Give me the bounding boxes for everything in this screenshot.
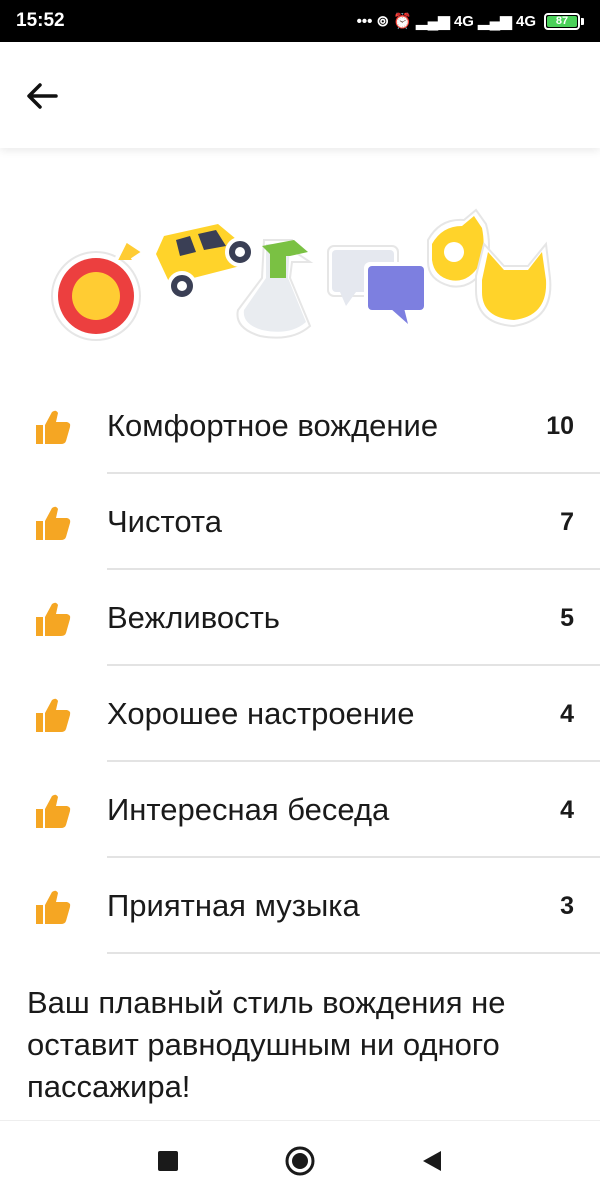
rating-count: 7 [560,507,574,536]
arrow-left-icon [27,83,58,109]
rating-row-good-mood: Хорошее настроение 4 [0,666,600,762]
status-bar: 15:52 ••• ⊚ ⏰ ▂▄▆ 4G ▂▄▆ 4G 87 [0,0,600,42]
rating-count: 10 [546,411,574,440]
battery-icon: 87 [544,12,584,30]
music-note-icon [51,238,146,341]
rating-label: Вежливость [107,600,280,635]
praise-text: Ваш плавный стиль вождения не оставит ра… [27,985,506,1104]
recent-apps-button[interactable] [148,1141,188,1181]
status-time: 15:52 [16,10,65,31]
rating-row-politeness: Вежливость 5 [0,570,600,666]
thumbs-up-icon [36,410,71,444]
thumbs-up-icon [36,506,71,540]
rating-count: 5 [560,603,574,632]
system-nav-bar [0,1120,600,1200]
rating-label: Комфортное вождение [107,408,439,443]
back-nav-button[interactable] [412,1141,452,1181]
yellow-car-icon [152,218,255,301]
battery-level: 87 [547,15,577,27]
network-indicators: ••• ⊚ ⏰ ▂▄▆ 4G ▂▄▆ 4G [356,13,536,30]
rating-label: Хорошее настроение [107,696,415,731]
thumbs-up-icon [36,602,71,636]
rating-count: 3 [560,891,574,920]
home-button[interactable] [280,1141,320,1181]
ratings-list: Комфортное вождение 10 Чистота 7 Вежливо… [0,378,600,954]
rating-row-interesting-conversation: Интересная беседа 4 [0,762,600,858]
rating-row-cleanliness: Чистота 7 [0,474,600,570]
cat-icon [475,241,552,328]
rating-label: Интересная беседа [107,792,390,827]
back-button[interactable] [22,78,62,114]
thumbs-up-icon [36,698,71,732]
rating-row-pleasant-music: Приятная музыка 3 [0,858,600,954]
rating-count: 4 [560,795,574,824]
rating-label: Чистота [107,504,222,539]
rating-label: Приятная музыка [107,888,360,923]
hero-stickers [40,200,560,350]
rating-count: 4 [560,699,574,728]
app-header [0,42,600,148]
thumbs-up-icon [36,890,71,924]
back-triangle-icon [423,1150,441,1171]
thumbs-up-icon [36,794,71,828]
home-icon [285,1146,315,1175]
rating-row-comfortable-driving: Комфортное вождение 10 [0,378,600,474]
status-indicators: ••• ⊚ ⏰ ▂▄▆ 4G ▂▄▆ 4G 87 [357,12,584,30]
chat-bubbles-icon [327,245,428,324]
divider [107,952,600,954]
recent-apps-icon [158,1150,178,1171]
